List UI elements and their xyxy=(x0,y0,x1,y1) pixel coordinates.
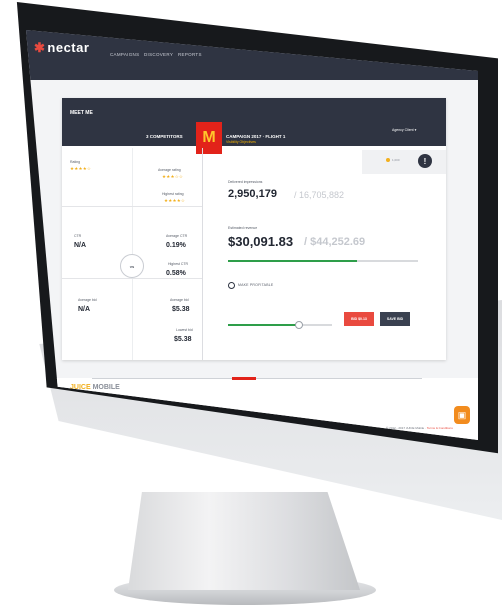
row-divider xyxy=(62,278,202,279)
avg-bid-label: Average bid xyxy=(78,298,97,302)
bid-button[interactable]: BID $0.13 xyxy=(344,312,374,326)
spend-total: / $44,252.69 xyxy=(304,236,366,248)
row-divider xyxy=(62,206,202,207)
impressions-value: 2,950,179 xyxy=(228,188,277,200)
bid-slider-fill xyxy=(228,324,299,326)
spend-progress-bar xyxy=(228,260,418,262)
avg-bid-comp-value: $5.38 xyxy=(172,306,190,313)
nav-link-reports[interactable]: REPORTS xyxy=(178,52,202,57)
avg-rating-stars: ★★★☆☆ xyxy=(162,174,184,179)
coin-icon xyxy=(386,158,390,162)
avg-ctr-label: Average CTR xyxy=(166,234,188,238)
campaign-name: CAMPAIGN 2017 · FLIGHT 1 xyxy=(226,134,286,139)
coin-value: 1,000 xyxy=(392,158,400,162)
info-icon[interactable]: ! xyxy=(418,154,432,168)
lowest-bid-value: $5.38 xyxy=(174,336,192,343)
ctr-value: N/A xyxy=(74,242,87,249)
rating-stars: ★★★★☆ xyxy=(70,166,92,171)
footer-accent xyxy=(232,377,256,380)
agency-dropdown[interactable]: Agency Client ▾ xyxy=(392,128,416,132)
spend-progress-fill xyxy=(228,260,358,262)
mobile-logo-word: MOBILE xyxy=(90,384,120,391)
highest-rating-stars: ★★★★☆ xyxy=(164,198,186,203)
vs-badge: vs xyxy=(120,254,144,278)
meet-me-title: MEET ME xyxy=(70,110,93,116)
lowest-bid-label: Lowest bid xyxy=(176,328,193,332)
save-bid-button[interactable]: SAVE BID xyxy=(380,312,410,326)
terms-link[interactable]: Terms & Conditions xyxy=(427,426,453,430)
avg-ctr-value: 0.19% xyxy=(166,242,186,249)
highest-ctr-label: Highest CTR xyxy=(168,262,189,266)
right-panel-header xyxy=(362,150,446,174)
footer-divider xyxy=(92,378,422,379)
avg-rating-label: Average rating xyxy=(158,168,181,172)
avg-bid-comp-label: Average bid xyxy=(170,298,189,302)
nav-link-discovery[interactable]: DISCOVERY xyxy=(144,52,173,57)
monitor-stand-neck xyxy=(128,492,360,590)
impressions-label: Delivered impressions xyxy=(228,180,263,184)
app-logo[interactable]: ✱ nectar xyxy=(34,40,89,56)
logo-star-icon: ✱ xyxy=(34,40,46,55)
card-header: MEET ME 3 COMPETITORS CAMPAIGN 2017 · FL… xyxy=(62,98,446,146)
competitors-count: 3 COMPETITORS xyxy=(146,134,183,139)
campaign-card: MEET ME 3 COMPETITORS CAMPAIGN 2017 · FL… xyxy=(62,98,446,360)
spend-label: Estimated revenue xyxy=(228,226,258,230)
bid-slider-handle[interactable] xyxy=(294,321,303,329)
radio-label: MAKE PROFITABLE xyxy=(238,283,274,287)
copyright-text: © 2012 - 2017 JUICE Mobile · Terms & Con… xyxy=(386,426,453,430)
nav-link-campaigns[interactable]: CAMPAIGNS xyxy=(110,52,139,57)
logo-text: nectar xyxy=(47,40,90,55)
rating-label: Rating xyxy=(70,160,81,164)
monitor-screen: ✱ nectar CAMPAIGNS DISCOVERY REPORTS MEET… xyxy=(26,30,478,440)
campaign-subtitle: Visibility Objectives xyxy=(226,140,256,144)
bid-slider[interactable] xyxy=(228,321,332,329)
brand-logo: M xyxy=(196,122,222,154)
radio-icon[interactable] xyxy=(228,282,235,289)
column-divider xyxy=(202,148,203,360)
spend-value: $30,091.83 xyxy=(228,234,294,249)
impressions-total: / 16,705,882 xyxy=(294,190,345,200)
avg-bid-value: N/A xyxy=(78,306,91,313)
chat-icon[interactable]: ▣ xyxy=(454,406,470,424)
highest-ctr-value: 0.58% xyxy=(166,270,186,277)
ctr-label: CTR xyxy=(74,234,82,238)
highest-rating-label: Highest rating xyxy=(162,192,184,196)
